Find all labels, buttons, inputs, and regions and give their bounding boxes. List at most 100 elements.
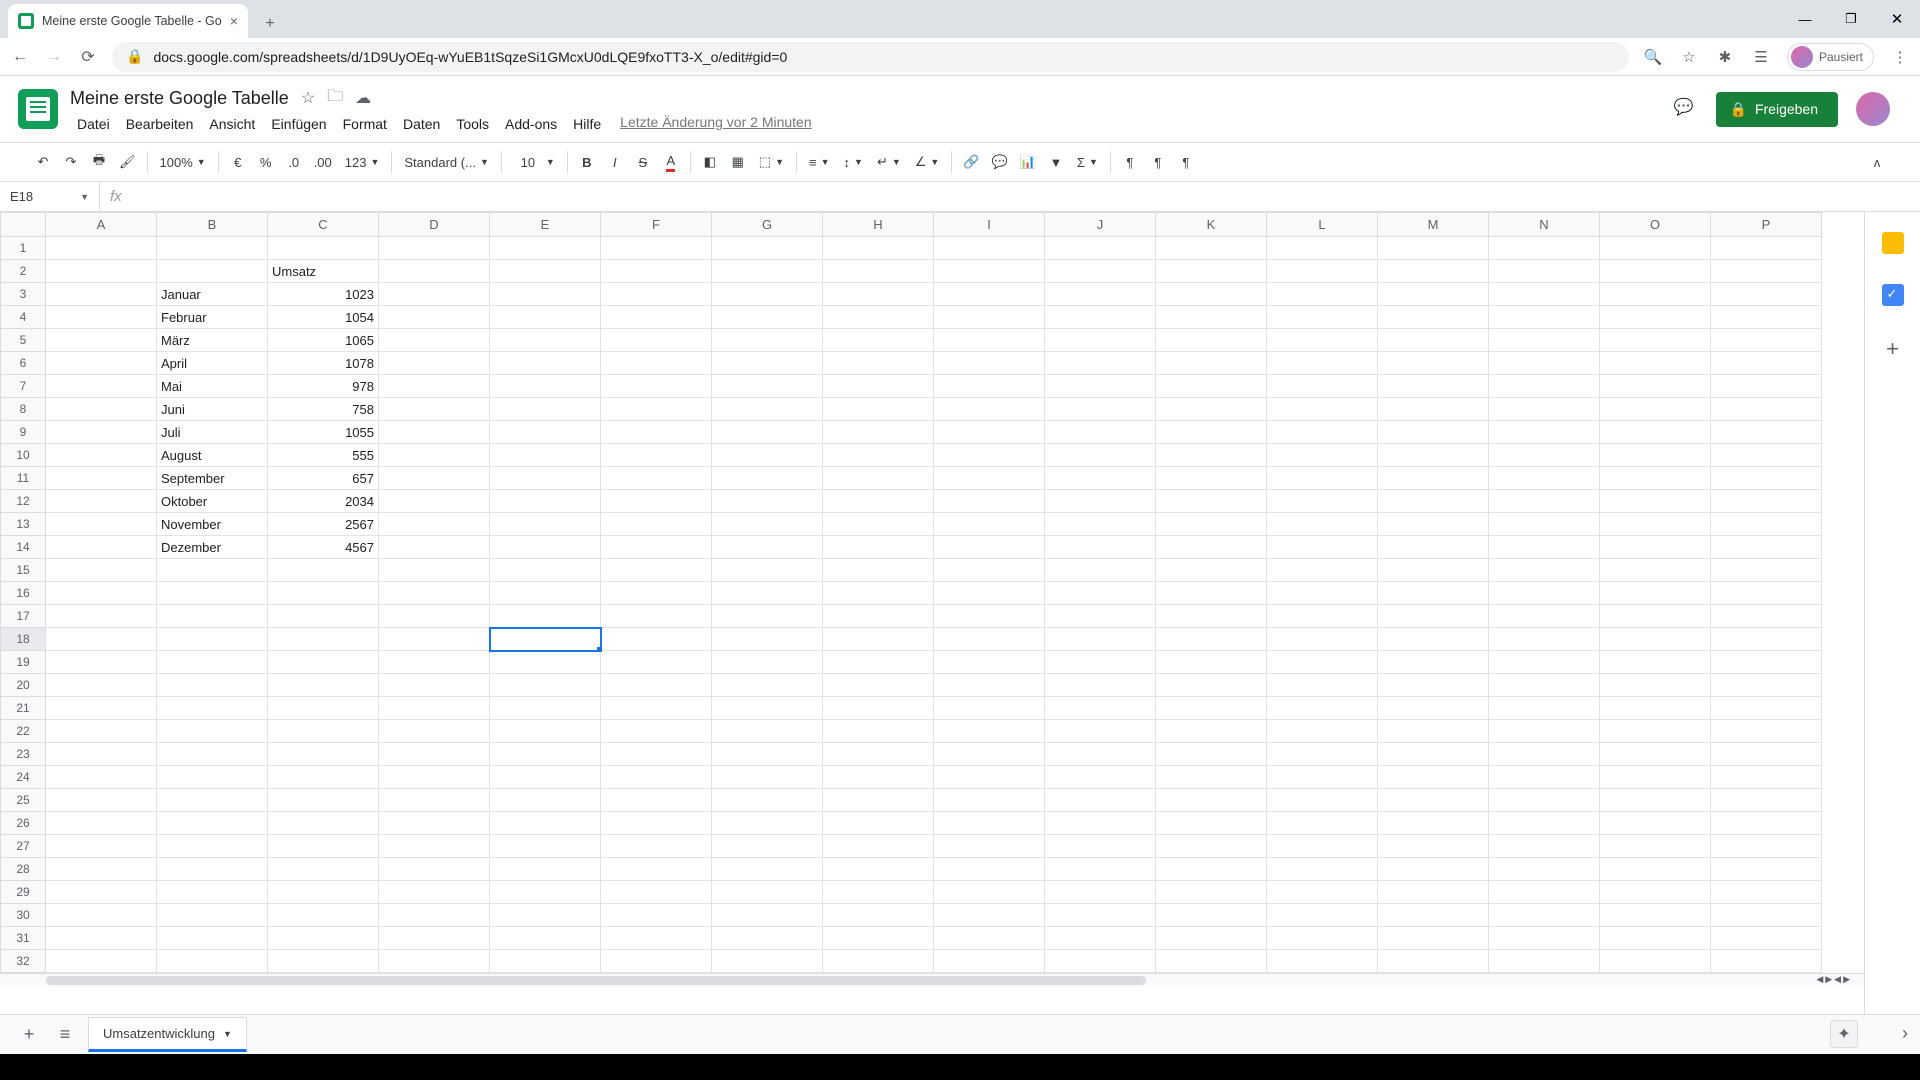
cell-F22[interactable]: [601, 720, 712, 743]
cell-G20[interactable]: [712, 674, 823, 697]
cell-J14[interactable]: [1045, 536, 1156, 559]
cell-F25[interactable]: [601, 789, 712, 812]
cell-F4[interactable]: [601, 306, 712, 329]
horizontal-scrollbar[interactable]: ◀▶◀▶: [0, 973, 1864, 987]
cell-I28[interactable]: [934, 858, 1045, 881]
cell-K8[interactable]: [1156, 398, 1267, 421]
add-addon-icon[interactable]: +: [1886, 336, 1899, 362]
cell-P14[interactable]: [1711, 536, 1822, 559]
cell-E6[interactable]: [490, 352, 601, 375]
cell-N5[interactable]: [1489, 329, 1600, 352]
cell-B29[interactable]: [157, 881, 268, 904]
cell-B1[interactable]: [157, 237, 268, 260]
cell-H15[interactable]: [823, 559, 934, 582]
reload-button[interactable]: ⟳: [78, 47, 98, 67]
row-header-15[interactable]: 15: [1, 559, 46, 582]
cell-L20[interactable]: [1267, 674, 1378, 697]
cell-B16[interactable]: [157, 582, 268, 605]
cell-H11[interactable]: [823, 467, 934, 490]
link-button[interactable]: 🔗: [958, 149, 984, 175]
cell-O11[interactable]: [1600, 467, 1711, 490]
cell-G27[interactable]: [712, 835, 823, 858]
cell-K15[interactable]: [1156, 559, 1267, 582]
cell-N11[interactable]: [1489, 467, 1600, 490]
cell-B2[interactable]: [157, 260, 268, 283]
cell-O20[interactable]: [1600, 674, 1711, 697]
cell-E21[interactable]: [490, 697, 601, 720]
cell-O9[interactable]: [1600, 421, 1711, 444]
cell-E12[interactable]: [490, 490, 601, 513]
cell-D27[interactable]: [379, 835, 490, 858]
cell-M28[interactable]: [1378, 858, 1489, 881]
cell-N14[interactable]: [1489, 536, 1600, 559]
cell-E25[interactable]: [490, 789, 601, 812]
cell-L21[interactable]: [1267, 697, 1378, 720]
cell-B7[interactable]: Mai: [157, 375, 268, 398]
cell-F23[interactable]: [601, 743, 712, 766]
cell-N10[interactable]: [1489, 444, 1600, 467]
cell-G12[interactable]: [712, 490, 823, 513]
cell-D2[interactable]: [379, 260, 490, 283]
cell-F17[interactable]: [601, 605, 712, 628]
cell-O24[interactable]: [1600, 766, 1711, 789]
cell-D28[interactable]: [379, 858, 490, 881]
cell-C3[interactable]: 1023: [268, 283, 379, 306]
cell-F13[interactable]: [601, 513, 712, 536]
cell-N6[interactable]: [1489, 352, 1600, 375]
cell-M24[interactable]: [1378, 766, 1489, 789]
cell-B3[interactable]: Januar: [157, 283, 268, 306]
merge-button[interactable]: ⬚ ▼: [753, 150, 790, 174]
comments-icon[interactable]: 💬: [1674, 97, 1698, 121]
cell-P30[interactable]: [1711, 904, 1822, 927]
cell-K28[interactable]: [1156, 858, 1267, 881]
cell-J24[interactable]: [1045, 766, 1156, 789]
cell-J3[interactable]: [1045, 283, 1156, 306]
cell-H14[interactable]: [823, 536, 934, 559]
cell-D9[interactable]: [379, 421, 490, 444]
menu-file[interactable]: Datei: [70, 114, 117, 134]
cell-E14[interactable]: [490, 536, 601, 559]
cell-F19[interactable]: [601, 651, 712, 674]
col-header-K[interactable]: K: [1156, 213, 1267, 237]
cell-E28[interactable]: [490, 858, 601, 881]
cell-J10[interactable]: [1045, 444, 1156, 467]
cell-D13[interactable]: [379, 513, 490, 536]
valign-button[interactable]: ↕ ▼: [838, 151, 869, 174]
cell-E22[interactable]: [490, 720, 601, 743]
cell-A32[interactable]: [46, 950, 157, 973]
cell-H29[interactable]: [823, 881, 934, 904]
cell-G10[interactable]: [712, 444, 823, 467]
cell-L2[interactable]: [1267, 260, 1378, 283]
cell-E31[interactable]: [490, 927, 601, 950]
move-icon[interactable]: 🗀: [327, 85, 343, 112]
cell-A29[interactable]: [46, 881, 157, 904]
cell-O16[interactable]: [1600, 582, 1711, 605]
cell-C5[interactable]: 1065: [268, 329, 379, 352]
cell-A24[interactable]: [46, 766, 157, 789]
cell-E5[interactable]: [490, 329, 601, 352]
cell-P29[interactable]: [1711, 881, 1822, 904]
cell-L29[interactable]: [1267, 881, 1378, 904]
cell-C6[interactable]: 1078: [268, 352, 379, 375]
cell-C11[interactable]: 657: [268, 467, 379, 490]
menu-format[interactable]: Format: [336, 114, 394, 134]
cell-J31[interactable]: [1045, 927, 1156, 950]
cell-L17[interactable]: [1267, 605, 1378, 628]
cell-N28[interactable]: [1489, 858, 1600, 881]
cell-J32[interactable]: [1045, 950, 1156, 973]
row-header-4[interactable]: 4: [1, 306, 46, 329]
col-header-H[interactable]: H: [823, 213, 934, 237]
cell-A28[interactable]: [46, 858, 157, 881]
cell-O21[interactable]: [1600, 697, 1711, 720]
cell-E15[interactable]: [490, 559, 601, 582]
cell-K21[interactable]: [1156, 697, 1267, 720]
cell-O28[interactable]: [1600, 858, 1711, 881]
cell-O23[interactable]: [1600, 743, 1711, 766]
cell-N19[interactable]: [1489, 651, 1600, 674]
cell-F24[interactable]: [601, 766, 712, 789]
cell-C30[interactable]: [268, 904, 379, 927]
cell-L28[interactable]: [1267, 858, 1378, 881]
cell-A14[interactable]: [46, 536, 157, 559]
cell-H10[interactable]: [823, 444, 934, 467]
cell-D12[interactable]: [379, 490, 490, 513]
